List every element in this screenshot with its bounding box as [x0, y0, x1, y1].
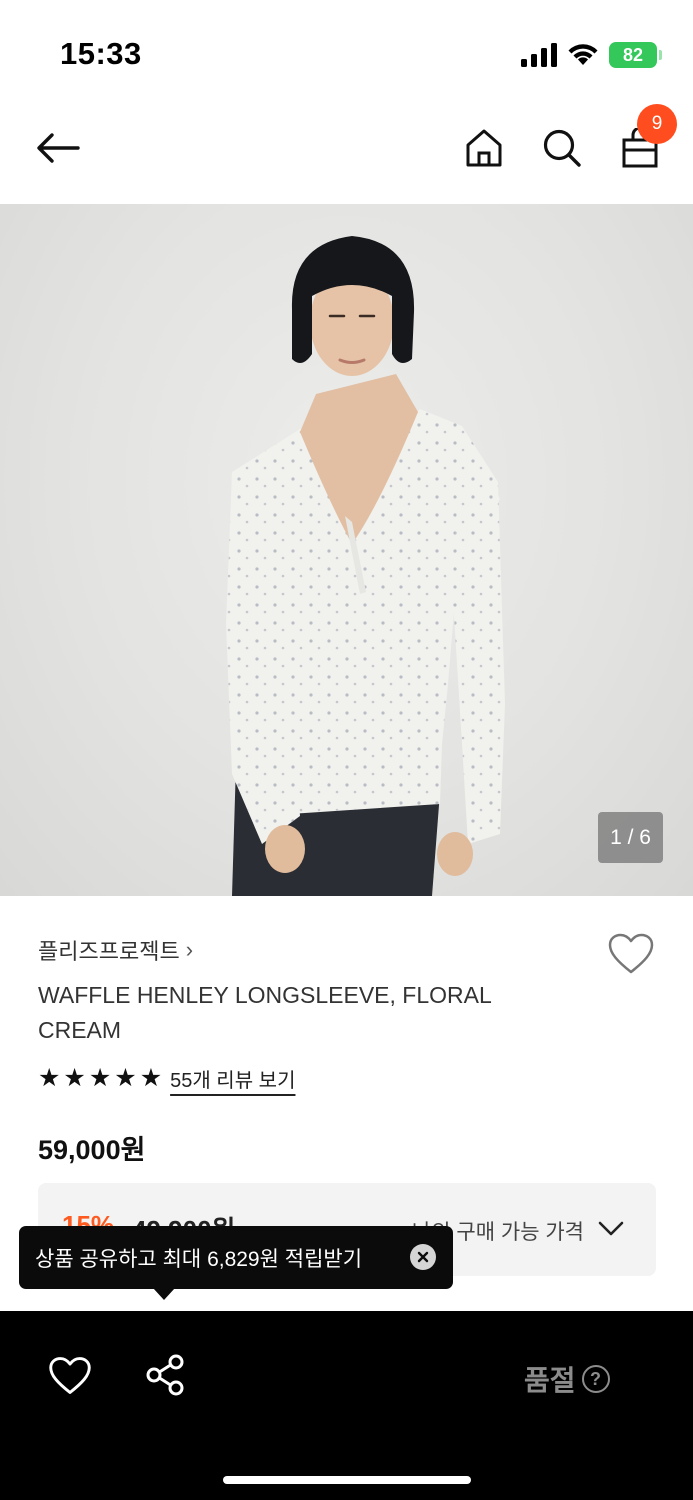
brand-name: 플리즈프로젝트	[38, 939, 180, 964]
image-counter: 1 / 6	[598, 812, 663, 863]
product-price: 59,000원	[38, 1135, 146, 1165]
share-icon	[146, 1354, 184, 1396]
review-link[interactable]: 55개 리뷰 보기	[170, 1064, 295, 1093]
heart-icon	[608, 933, 654, 974]
top-nav-bar	[0, 100, 693, 204]
home-icon	[466, 129, 502, 167]
product-image[interactable]: 1 / 6	[0, 204, 693, 896]
star-icon: ★	[139, 1064, 163, 1092]
question-circle-icon[interactable]: ?	[581, 1365, 610, 1393]
sold-out-status: 품절 ?	[524, 1359, 610, 1399]
bottom-action-bar: 품절 ?	[0, 1311, 693, 1500]
status-bar: 15:33 82	[0, 0, 693, 100]
share-reward-tooltip: 상품 공유하고 최대 6,829원 적립받기	[19, 1226, 453, 1289]
cart-count-badge: 9	[637, 104, 677, 144]
rating-row: ★ ★ ★ ★ ★ 55개 리뷰 보기	[38, 1064, 295, 1093]
wishlist-button[interactable]	[607, 932, 655, 976]
heart-icon	[49, 1357, 91, 1394]
tooltip-arrow	[153, 1288, 175, 1300]
brand-link[interactable]: 플리즈프로젝트 ›	[38, 934, 193, 966]
arrow-left-icon	[37, 133, 80, 163]
star-icon: ★	[114, 1064, 137, 1092]
home-indicator	[223, 1476, 471, 1484]
chevron-right-icon: ›	[185, 937, 194, 962]
back-button[interactable]	[28, 122, 88, 174]
star-icon: ★	[63, 1064, 86, 1092]
star-icon: ★	[38, 1064, 61, 1092]
rating-stars: ★ ★ ★ ★ ★	[38, 1066, 162, 1091]
product-photo-illustration	[226, 236, 505, 896]
battery-indicator: 82	[609, 42, 662, 68]
star-icon: ★	[88, 1064, 112, 1092]
home-button[interactable]	[458, 122, 510, 174]
search-button[interactable]	[536, 122, 588, 174]
search-icon	[543, 129, 581, 167]
cellular-signal-icon	[521, 43, 557, 67]
share-button[interactable]	[144, 1353, 188, 1397]
tooltip-close-button[interactable]	[410, 1244, 436, 1270]
sold-out-label: 품절	[524, 1365, 576, 1396]
wifi-icon	[568, 44, 598, 65]
close-icon	[417, 1251, 429, 1263]
tooltip-text: 상품 공유하고 최대 6,829원 적립받기	[35, 1247, 363, 1271]
product-name: WAFFLE HENLEY LONGSLEEVE, FLORAL CREAM	[38, 982, 491, 1043]
status-time: 15:33	[60, 36, 142, 71]
chevron-down-icon	[598, 1221, 624, 1236]
bottom-wishlist-button[interactable]	[48, 1355, 92, 1397]
status-icons: 82	[521, 40, 662, 70]
